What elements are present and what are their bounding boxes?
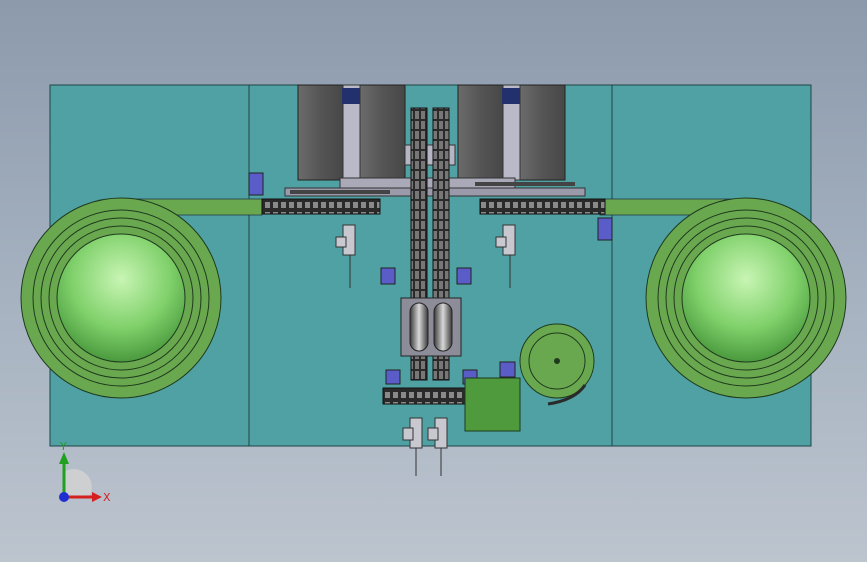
- left-motor-pair[interactable]: [297, 84, 406, 181]
- axis-y-label: Y: [59, 440, 67, 453]
- coordinate-triad: X Y: [59, 440, 111, 504]
- cad-viewport[interactable]: X Y: [0, 0, 867, 562]
- drum-rollers[interactable]: [400, 297, 462, 357]
- right-motor-pair[interactable]: [457, 84, 566, 181]
- control-box[interactable]: [464, 377, 521, 432]
- axis-x-label: X: [103, 491, 111, 504]
